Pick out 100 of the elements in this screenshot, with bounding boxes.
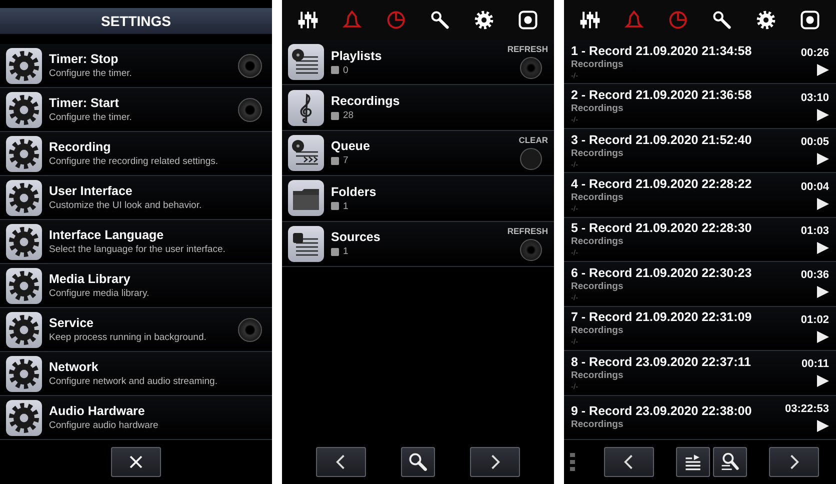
round-button[interactable] <box>520 57 542 79</box>
search-icon[interactable] <box>711 9 733 31</box>
next-button[interactable] <box>470 447 520 477</box>
play-icon[interactable] <box>817 286 829 298</box>
play-icon[interactable] <box>817 420 829 432</box>
recording-title: 9 - Record 23.09.2020 22:38:00 <box>571 404 753 418</box>
recording-duration: 00:26 <box>800 47 829 60</box>
settings-item[interactable]: Service Keep process running in background. <box>0 308 272 352</box>
recording-duration: 00:11 <box>801 358 829 370</box>
play-icon[interactable] <box>817 198 829 210</box>
setting-description: Select the language for the user interface. <box>49 244 226 255</box>
setting-description: Configure media library. <box>49 288 150 299</box>
recording-title: 3 - Record 21.09.2020 21:52:40 <box>571 132 753 147</box>
setting-description: Keep process running in background. <box>49 332 208 343</box>
toggle[interactable] <box>238 318 262 342</box>
recording-title: 8 - Record 23.09.2020 22:37:11 <box>571 354 752 369</box>
gear-icon <box>6 356 42 392</box>
recording-item[interactable]: 9 - Record 23.09.2020 22:38:00 Recordings 03:22:53 <box>564 396 836 440</box>
search-list-icon <box>719 451 741 473</box>
play-icon[interactable] <box>817 375 829 388</box>
record-icon[interactable] <box>517 9 539 31</box>
toggle[interactable] <box>238 98 262 122</box>
item-count: 7 <box>343 155 348 166</box>
search-icon <box>407 451 429 473</box>
setting-title: User Interface <box>49 184 134 198</box>
settings-item[interactable]: Interface Language Select the language for the user interface. <box>0 220 272 264</box>
gear-icon <box>6 312 42 348</box>
setting-title: Interface Language <box>49 228 165 242</box>
gear-icon <box>6 48 42 84</box>
setting-description: Configure the timer. <box>49 112 133 123</box>
gear-icon[interactable] <box>755 9 777 31</box>
count-icon <box>331 202 339 210</box>
playlist-button[interactable] <box>676 447 710 477</box>
settings-item[interactable]: Recording Configure the recording related settings. <box>0 132 272 176</box>
search-button[interactable] <box>401 447 435 477</box>
recording-folder: Recordings <box>571 419 624 430</box>
close-button[interactable] <box>111 447 161 477</box>
round-button[interactable] <box>520 238 542 261</box>
item-count: 1 <box>343 246 348 258</box>
recording-duration: 00:04 <box>800 180 829 193</box>
recording-title: 1 - Record 21.09.2020 21:34:58 <box>571 44 753 58</box>
pie-icon[interactable] <box>667 9 689 31</box>
settings-item[interactable]: User Interface Customize the UI look and behavior. <box>0 176 272 220</box>
library-title: Folders <box>331 184 378 199</box>
item-count: 28 <box>343 110 354 122</box>
gear-icon <box>6 136 42 172</box>
record-icon[interactable] <box>799 9 821 31</box>
recording-folder: Recordings <box>571 58 624 70</box>
count-icon <box>331 112 339 120</box>
play-icon[interactable] <box>817 108 829 121</box>
setting-description: Configure the recording related settings. <box>49 156 219 167</box>
library-item[interactable]: Queue 7 CLEAR <box>282 130 554 176</box>
setting-title: Network <box>49 360 100 374</box>
recording-duration: 00:05 <box>800 136 829 148</box>
play-icon[interactable] <box>817 153 829 166</box>
recording-title: 4 - Record 21.09.2020 22:28:22 <box>571 177 753 192</box>
playlist-icon <box>288 44 324 80</box>
library-item[interactable]: Playlists 0 REFRESH <box>282 40 554 86</box>
mixer-icon[interactable] <box>297 9 319 31</box>
round-button[interactable] <box>520 148 542 170</box>
sources-icon <box>288 226 324 262</box>
next-button[interactable] <box>769 447 819 477</box>
library-item[interactable]: Sources 1 REFRESH <box>282 222 554 267</box>
play-icon[interactable] <box>817 242 829 254</box>
settings-item[interactable]: Timer: Start Configure the timer. <box>0 88 272 132</box>
setting-title: Media Library <box>49 272 132 286</box>
item-count: 0 <box>343 64 348 76</box>
mixer-icon[interactable] <box>579 9 601 31</box>
gear-icon[interactable] <box>473 9 495 31</box>
search-icon[interactable] <box>429 9 451 31</box>
play-icon[interactable] <box>817 64 829 76</box>
prev-button[interactable] <box>604 447 654 477</box>
pie-icon[interactable] <box>385 9 407 31</box>
recording-title: 5 - Record 21.09.2020 22:28:30 <box>571 221 753 236</box>
setting-description: Configure audio hardware <box>49 420 160 431</box>
menu-icon[interactable] <box>570 453 575 471</box>
recording-title: 2 - Record 21.09.2020 21:36:58 <box>571 88 753 102</box>
settings-item[interactable]: Media Library Configure media library. <box>0 264 272 308</box>
search-list-button[interactable] <box>713 447 747 477</box>
library-title: Sources <box>331 230 382 244</box>
library-item[interactable]: Folders 1 <box>282 176 554 222</box>
settings-title: SETTINGS <box>0 8 272 34</box>
toggle[interactable] <box>238 54 262 78</box>
action-label: CLEAR <box>518 134 548 145</box>
prev-button[interactable] <box>316 447 366 477</box>
settings-item[interactable]: Network Configure network and audio streaming. <box>0 352 272 396</box>
gear-icon <box>6 180 42 216</box>
recording-folder: Recordings <box>571 103 624 114</box>
recording-duration: 01:03 <box>800 224 829 237</box>
recording-title: 6 - Record 21.09.2020 22:30:23 <box>571 266 753 280</box>
settings-item[interactable]: Audio Hardware Configure audio hardware <box>0 396 272 440</box>
count-icon <box>331 248 339 256</box>
gear-icon <box>6 224 42 260</box>
setting-description: Configure network and audio streaming. <box>49 376 218 387</box>
settings-item[interactable]: Timer: Stop Configure the timer. <box>0 44 272 88</box>
library-item[interactable]: Recordings 28 <box>282 85 554 131</box>
play-icon[interactable] <box>817 330 829 343</box>
recording-duration: 00:36 <box>800 269 829 282</box>
action-label: REFRESH <box>507 44 548 54</box>
recording-folder: Recordings <box>571 192 624 204</box>
